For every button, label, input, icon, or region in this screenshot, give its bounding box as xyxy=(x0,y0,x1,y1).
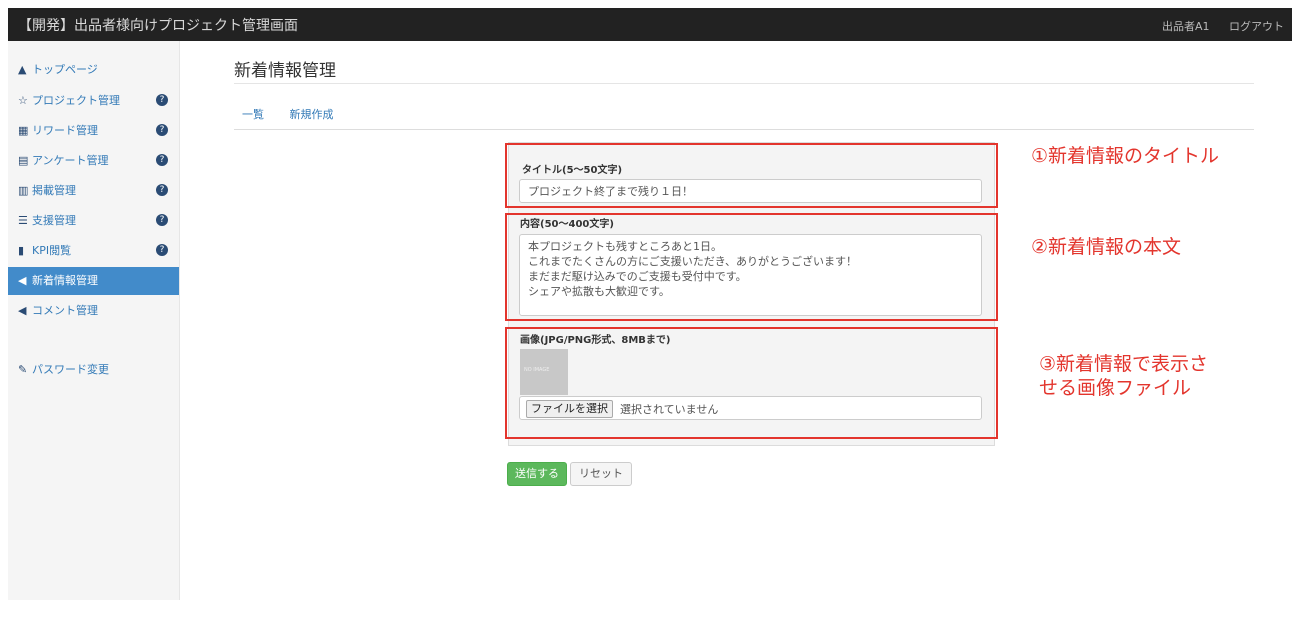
app-brand[interactable]: 【開発】出品者様向けプロジェクト管理画面 xyxy=(18,15,298,35)
sidebar-item-label: 新着情報管理 xyxy=(32,274,98,287)
sidebar: ▲ トップページ ☆ プロジェクト管理 ? ▦ リワード管理 ? ▤ アンケート管理 ?… xyxy=(8,41,180,600)
bar-chart-icon: ▮ xyxy=(18,244,25,257)
annotation-image-line2: せる画像ファイル xyxy=(1039,377,1192,399)
sidebar-item-label: トップページ xyxy=(32,63,98,76)
tabs-divider xyxy=(234,129,1254,130)
help-icon[interactable]: ? xyxy=(156,184,168,196)
list-icon: ☰ xyxy=(18,214,28,227)
send-icon: ◀ xyxy=(18,274,27,287)
sidebar-item-listing[interactable]: ▥ 掲載管理 ? xyxy=(8,177,179,205)
help-icon[interactable]: ? xyxy=(156,124,168,136)
sidebar-item-label: パスワード変更 xyxy=(32,363,109,376)
top-navbar: 【開発】出品者様向けプロジェクト管理画面 出品者A1 ログアウト xyxy=(8,8,1292,41)
submit-button[interactable]: 送信する xyxy=(507,462,567,486)
wrench-icon: ✎ xyxy=(18,363,28,376)
annotation-box-image xyxy=(505,327,998,439)
page-title: 新着情報管理 xyxy=(234,61,336,81)
logout-link[interactable]: ログアウト xyxy=(1229,20,1284,33)
help-icon[interactable]: ? xyxy=(156,214,168,226)
survey-icon: ▤ xyxy=(18,154,29,167)
sidebar-item-project[interactable]: ☆ プロジェクト管理 ? xyxy=(8,87,179,115)
sidebar-item-label: KPI閲覧 xyxy=(32,244,72,257)
annotation-title: ①新着情報のタイトル xyxy=(1031,145,1220,167)
annotation-box-body xyxy=(505,213,998,321)
user-menu[interactable]: 出品者A1 xyxy=(1162,20,1210,33)
sidebar-item-label: リワード管理 xyxy=(32,124,98,137)
sidebar-item-label: 掲載管理 xyxy=(32,184,76,197)
tab-bar: 一覧 新規作成 xyxy=(242,106,356,122)
help-icon[interactable]: ? xyxy=(156,154,168,166)
help-icon[interactable]: ? xyxy=(156,94,168,106)
tab-list[interactable]: 一覧 xyxy=(242,108,264,121)
annotation-body: ②新着情報の本文 xyxy=(1031,236,1182,258)
listing-icon: ▥ xyxy=(18,184,29,197)
sidebar-item-label: アンケート管理 xyxy=(32,154,109,167)
reset-button[interactable]: リセット xyxy=(570,462,632,486)
tab-new[interactable]: 新規作成 xyxy=(290,108,334,121)
sidebar-item-reward[interactable]: ▦ リワード管理 ? xyxy=(8,117,179,145)
sidebar-item-label: コメント管理 xyxy=(32,304,98,317)
sidebar-item-label: プロジェクト管理 xyxy=(32,94,120,107)
sidebar-item-top[interactable]: ▲ トップページ xyxy=(8,56,179,84)
sidebar-item-label: 支援管理 xyxy=(32,214,76,227)
annotation-image-line1: ③新着情報で表示さ xyxy=(1039,353,1209,375)
sidebar-item-news[interactable]: ◀ 新着情報管理 xyxy=(8,267,179,295)
star-icon: ☆ xyxy=(18,94,28,107)
megaphone-icon: ◀ xyxy=(18,304,27,317)
home-icon: ▲ xyxy=(18,63,27,76)
navbar-right: 出品者A1 ログアウト xyxy=(1146,18,1284,34)
sidebar-item-comment[interactable]: ◀ コメント管理 xyxy=(8,297,179,325)
sidebar-item-password[interactable]: ✎ パスワード変更 xyxy=(8,356,179,384)
title-divider xyxy=(234,83,1254,84)
gift-icon: ▦ xyxy=(18,124,29,137)
annotation-box-title xyxy=(505,143,998,208)
sidebar-item-kpi[interactable]: ▮ KPI閲覧 ? xyxy=(8,237,179,265)
sidebar-item-survey[interactable]: ▤ アンケート管理 ? xyxy=(8,147,179,175)
sidebar-item-support[interactable]: ☰ 支援管理 ? xyxy=(8,207,179,235)
help-icon[interactable]: ? xyxy=(156,244,168,256)
